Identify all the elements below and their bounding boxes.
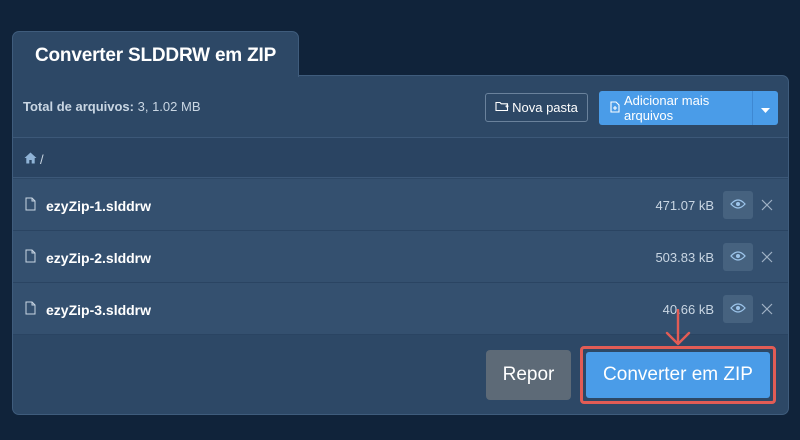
file-size: 503.83 kB [655, 250, 714, 265]
toolbar: Total de arquivos: 3, 1.02 MB Nova pasta… [13, 76, 788, 137]
breadcrumb-separator: / [40, 152, 44, 167]
add-files-dropdown[interactable] [752, 91, 778, 125]
convert-highlight: Converter em ZIP [580, 346, 776, 404]
breadcrumb: / [13, 137, 788, 178]
total-files-value: 3, 1.02 MB [137, 99, 201, 114]
preview-button[interactable] [723, 191, 753, 219]
new-folder-button[interactable]: Nova pasta [485, 93, 588, 122]
preview-button[interactable] [723, 243, 753, 271]
close-icon[interactable] [761, 302, 773, 320]
caret-down-icon [761, 101, 770, 116]
file-size: 471.07 kB [655, 198, 714, 213]
breadcrumb-home[interactable]: / [24, 152, 44, 167]
eye-icon [730, 300, 746, 318]
file-name: ezyZip-3.slddrw [46, 302, 152, 318]
add-files-main[interactable]: Adicionar mais arquivos [599, 91, 752, 125]
add-files-label: Adicionar mais arquivos [624, 93, 710, 123]
file-row: ezyZip-1.slddrw 471.07 kB [13, 179, 788, 231]
file-icon [25, 301, 36, 320]
total-files-info: Total de arquivos: 3, 1.02 MB [23, 99, 201, 114]
close-icon[interactable] [761, 198, 773, 216]
file-icon [25, 249, 36, 268]
close-icon[interactable] [761, 250, 773, 268]
home-icon [24, 152, 37, 167]
file-row: ezyZip-2.slddrw 503.83 kB [13, 231, 788, 283]
file-name: ezyZip-1.slddrw [46, 198, 152, 214]
new-folder-label: Nova pasta [512, 100, 578, 115]
file-plus-icon [610, 100, 620, 116]
converter-tab: Converter SLDDRW em ZIP [12, 31, 299, 77]
file-icon [25, 197, 36, 216]
eye-icon [730, 248, 746, 266]
page-title: Converter SLDDRW em ZIP [35, 45, 277, 66]
eye-icon [730, 196, 746, 214]
file-name: ezyZip-2.slddrw [46, 250, 152, 266]
preview-button[interactable] [723, 295, 753, 323]
reset-button[interactable]: Repor [486, 350, 571, 400]
add-files-button[interactable]: Adicionar mais arquivos [599, 91, 778, 125]
file-panel: Total de arquivos: 3, 1.02 MB Nova pasta… [12, 75, 789, 415]
arrow-down-icon [664, 308, 692, 352]
folder-plus-icon [495, 100, 509, 115]
total-files-label: Total de arquivos: [23, 99, 134, 114]
convert-button[interactable]: Converter em ZIP [586, 352, 770, 398]
